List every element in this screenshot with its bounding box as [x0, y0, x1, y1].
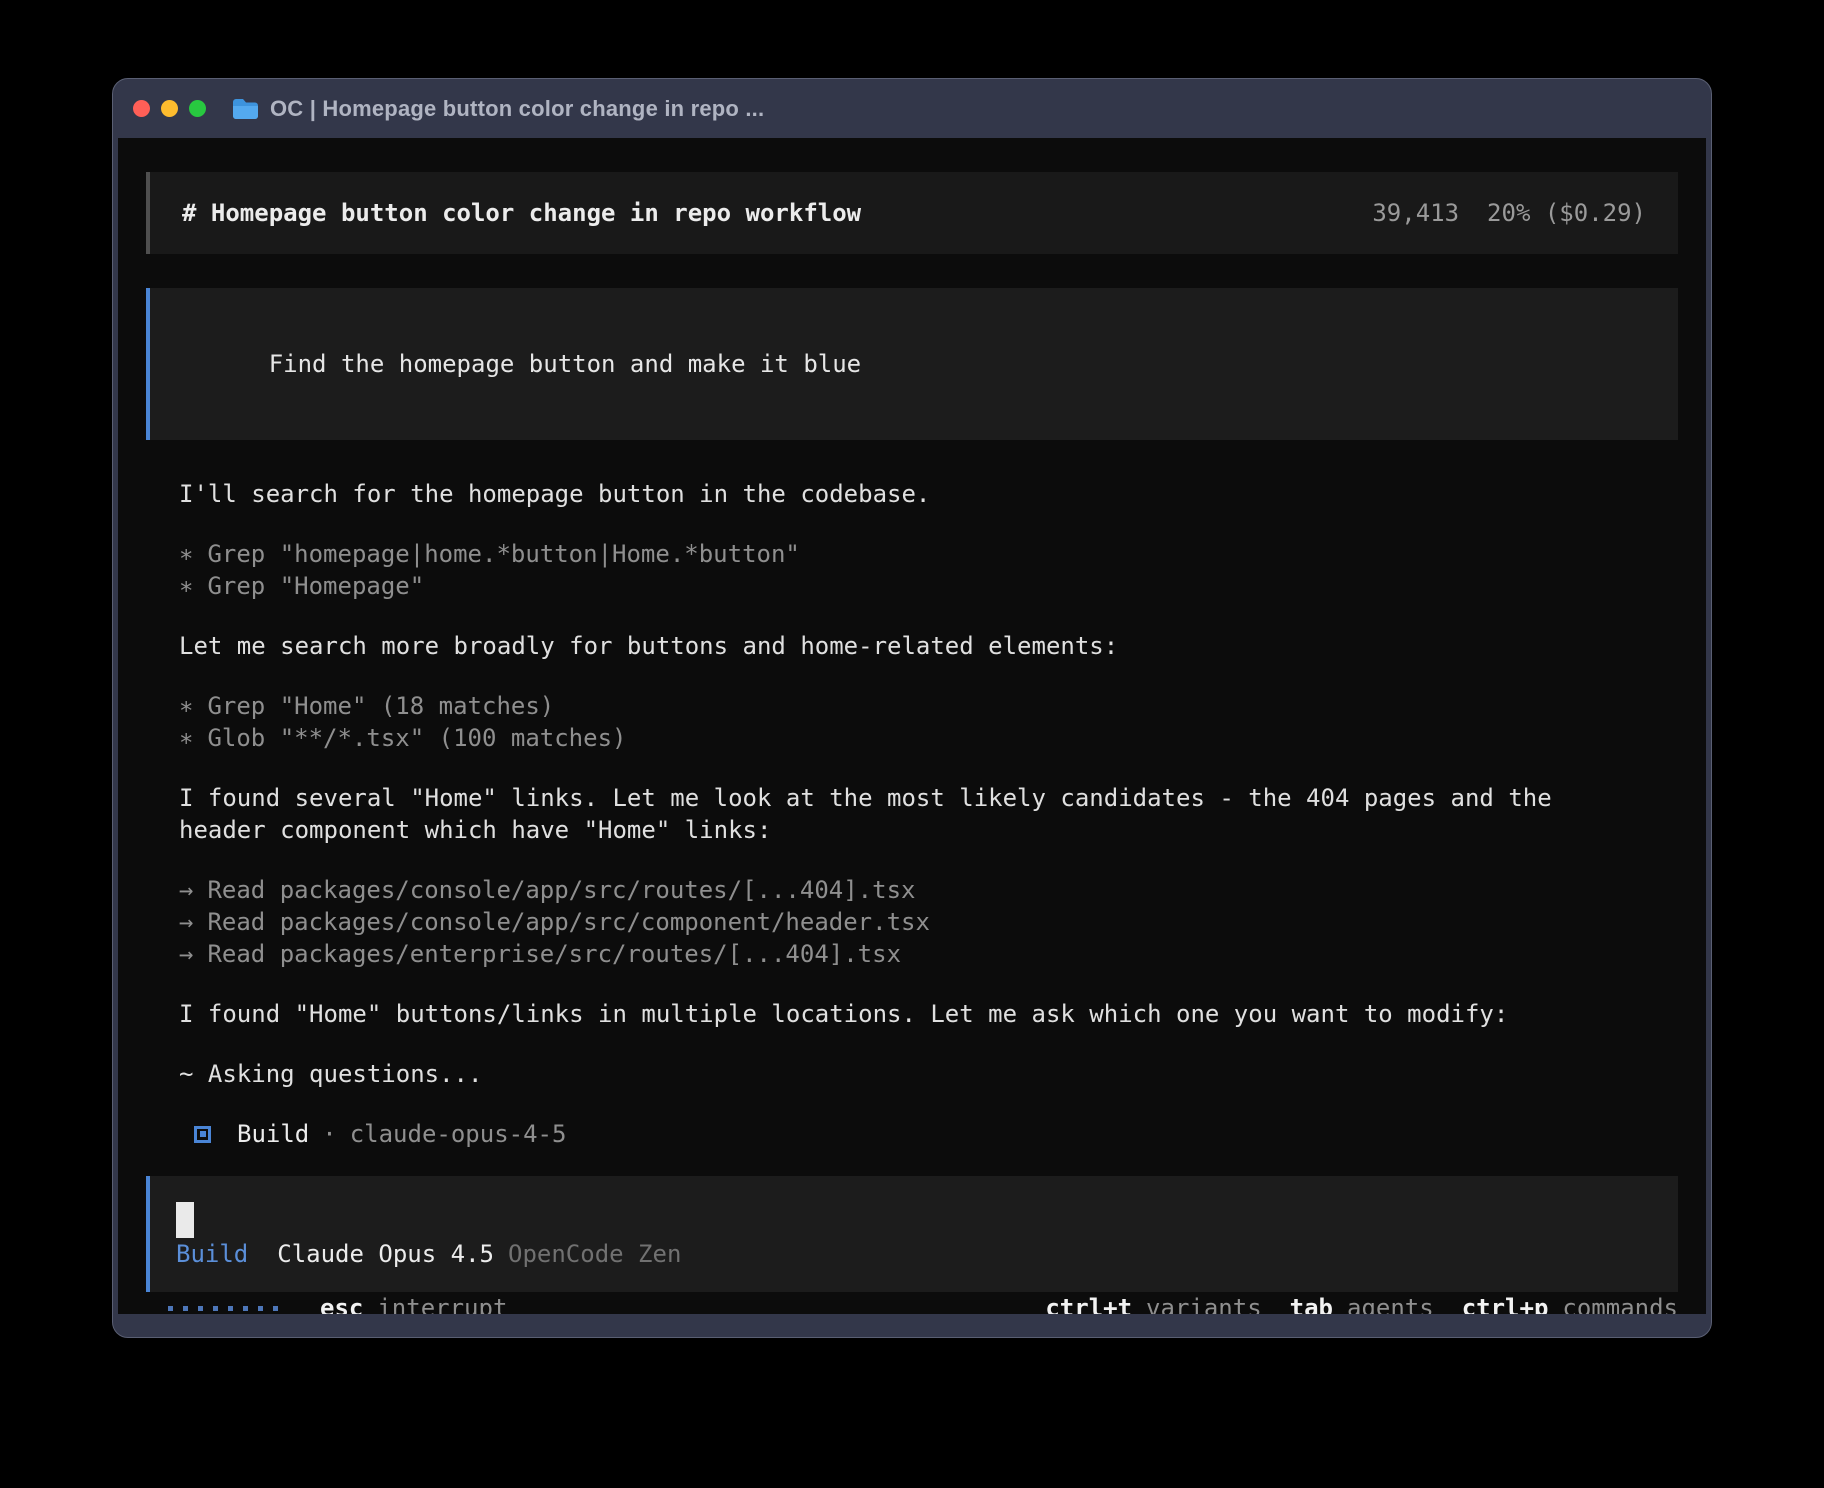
active-agent-label: Build: [176, 1238, 248, 1270]
spinner-dot: [258, 1306, 263, 1311]
asterisk-icon: ∗: [179, 724, 193, 752]
arrow-right-icon: →: [179, 940, 193, 968]
zoom-button[interactable]: [189, 100, 206, 117]
agent-turn-footer: Build · claude-opus-4-5: [179, 1118, 1678, 1150]
tool-call-glob: ∗Glob "**/*.tsx" (100 matches): [179, 722, 1678, 754]
session-title: # Homepage button color change in repo w…: [182, 197, 861, 229]
tool-call-read: →Read packages/console/app/src/component…: [179, 906, 1678, 938]
text-cursor: [176, 1202, 194, 1238]
tool-call-read: →Read packages/enterprise/src/routes/[..…: [179, 938, 1678, 970]
window-bottom-chrome: [113, 1314, 1711, 1337]
agent-build-icon: [194, 1126, 211, 1143]
window-title: OC | Homepage button color change in rep…: [270, 96, 764, 122]
model-provider-label: OpenCode Zen: [508, 1238, 681, 1270]
assistant-text: I found several "Home" links. Let me loo…: [179, 782, 1678, 814]
token-count: 39,413: [1372, 197, 1459, 229]
asterisk-icon: ∗: [179, 692, 193, 720]
window-title-group: OC | Homepage button color change in rep…: [232, 96, 764, 122]
tool-call-read: →Read packages/console/app/src/routes/[.…: [179, 874, 1678, 906]
assistant-paragraph: I found "Home" buttons/links in multiple…: [179, 998, 1678, 1030]
input-line[interactable]: [176, 1202, 1652, 1238]
tab-key: tab: [1290, 1292, 1333, 1314]
agent-name: Build: [237, 1118, 309, 1150]
session-stats: 39,413 20% ($0.29): [1372, 197, 1646, 229]
tool-call-grep: ∗Grep "homepage|home.*button|Home.*butto…: [179, 538, 1678, 570]
tool-call-grep: ∗Grep "Homepage": [179, 570, 1678, 602]
tool-call-grep: ∗Grep "Home" (18 matches): [179, 690, 1678, 722]
spinner-dot: [243, 1306, 248, 1311]
assistant-paragraph: I found several "Home" links. Let me loo…: [179, 782, 1678, 846]
assistant-text: I'll search for the homepage button in t…: [179, 478, 1678, 510]
assistant-paragraph: I'll search for the homepage button in t…: [179, 478, 1678, 510]
spinner-dot: [198, 1306, 203, 1311]
assistant-text: header component which have "Home" links…: [179, 814, 1678, 846]
assistant-paragraph: Let me search more broadly for buttons a…: [179, 630, 1678, 662]
tool-call-group: ∗Grep "homepage|home.*button|Home.*butto…: [179, 538, 1678, 602]
status-line: ~ Asking questions...: [179, 1058, 1678, 1090]
active-model-label: Claude Opus 4.5: [277, 1238, 494, 1270]
assistant-text: Let me search more broadly for buttons a…: [179, 630, 1678, 662]
close-button[interactable]: [133, 100, 150, 117]
dot-separator: ·: [322, 1118, 336, 1150]
asking-questions-status: ~ Asking questions...: [179, 1058, 1678, 1090]
folder-icon: [232, 98, 259, 120]
traffic-lights: [133, 100, 206, 117]
terminal-window: OC | Homepage button color change in rep…: [112, 78, 1712, 1338]
arrow-right-icon: →: [179, 876, 193, 904]
prompt-input[interactable]: Build Claude Opus 4.5 OpenCode Zen: [146, 1176, 1678, 1292]
assistant-transcript: I'll search for the homepage button in t…: [146, 440, 1678, 1150]
spinner-dot: [168, 1306, 173, 1311]
esc-key: esc: [320, 1292, 363, 1314]
ctrl-p-key: ctrl+p: [1462, 1292, 1549, 1314]
status-bar: esc interrupt ctrl+t variants tab agents…: [146, 1292, 1678, 1314]
context-usage: 20% ($0.29): [1487, 197, 1646, 229]
model-status-row: Build Claude Opus 4.5 OpenCode Zen: [176, 1238, 1652, 1270]
tool-call-group: ∗Grep "Home" (18 matches) ∗Glob "**/*.ts…: [179, 690, 1678, 754]
assistant-text: I found "Home" buttons/links in multiple…: [179, 998, 1678, 1030]
working-spinner-dots: [168, 1306, 278, 1311]
arrow-right-icon: →: [179, 908, 193, 936]
spinner-dot: [183, 1306, 188, 1311]
esc-hint: esc interrupt: [320, 1292, 507, 1314]
spinner-dot: [213, 1306, 218, 1311]
esc-label: interrupt: [377, 1292, 507, 1314]
spinner-dot: [228, 1306, 233, 1311]
agent-model: claude-opus-4-5: [350, 1118, 567, 1150]
user-message-text: Find the homepage button and make it blu…: [269, 350, 861, 378]
minimize-button[interactable]: [161, 100, 178, 117]
ctrl-t-key: ctrl+t: [1045, 1292, 1132, 1314]
asterisk-icon: ∗: [179, 572, 193, 600]
agents-hint: tab agents: [1290, 1292, 1434, 1314]
session-header: # Homepage button color change in repo w…: [146, 172, 1678, 254]
keyboard-hints: ctrl+t variants tab agents ctrl+p comman…: [1045, 1292, 1678, 1314]
window-titlebar: OC | Homepage button color change in rep…: [113, 79, 1711, 138]
spinner-dot: [273, 1306, 278, 1311]
user-message: Find the homepage button and make it blu…: [146, 288, 1678, 440]
asterisk-icon: ∗: [179, 540, 193, 568]
terminal-content: # Homepage button color change in repo w…: [118, 138, 1706, 1314]
commands-hint: ctrl+p commands: [1462, 1292, 1678, 1314]
tool-call-group: →Read packages/console/app/src/routes/[.…: [179, 874, 1678, 970]
variants-hint: ctrl+t variants: [1045, 1292, 1261, 1314]
